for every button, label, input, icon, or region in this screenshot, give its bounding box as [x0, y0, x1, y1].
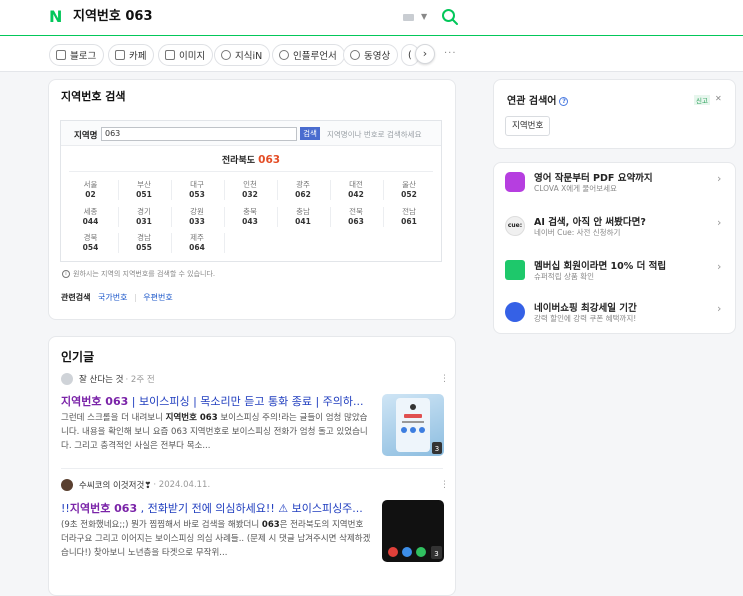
popular-title: 인기글 — [61, 350, 95, 364]
area-code-title: 지역번호 검색 — [61, 90, 126, 103]
post-description[interactable]: 그런데 스크롤을 더 내려보니 지역번호 063 보이스피싱 주의!라는 글들이… — [61, 411, 371, 453]
promo-item[interactable]: cue: AI 검색, 아직 안 써봤다면? 네이버 Cue: 사전 신청하기 … — [505, 210, 730, 254]
tab-cafe[interactable]: 카페 — [108, 44, 155, 66]
post-title-link[interactable]: !!지역번호 063 , 전화받기 전에 의심하세요!! ⚠ 보이스피싱주... — [61, 500, 371, 516]
region-label: 지역명 — [74, 131, 98, 141]
svg-text:3: 3 — [435, 445, 439, 453]
region-item[interactable]: 강원 033 — [171, 207, 222, 227]
divider — [61, 468, 443, 469]
related-label: 관련검색 — [61, 293, 91, 302]
related-search-title: 연관 검색어? — [507, 92, 569, 107]
region-item[interactable]: 부산 051 — [118, 180, 169, 200]
related-link-country-code[interactable]: 국가번호 — [98, 293, 127, 302]
chevron-right-icon: › — [717, 216, 722, 229]
keyboard-icon[interactable] — [403, 14, 414, 21]
chevron-right-icon[interactable]: › — [415, 44, 435, 64]
post-description[interactable]: (9초 전화했네요;;) 뭔가 찜찜해서 바로 검색을 해봤더니 063은 전라… — [61, 518, 371, 560]
tab-blog[interactable]: 블로그 — [49, 44, 105, 66]
related-keyword-chip[interactable]: 지역번호 — [505, 116, 551, 136]
promo-item[interactable]: 네이버쇼핑 최강세일 기간 강력 할인에 강력 쿠폰 혜택까지! › — [505, 296, 730, 340]
region-item[interactable]: 광주 062 — [277, 180, 328, 200]
more-options-icon[interactable]: ⋮ — [440, 374, 449, 384]
region-item[interactable]: 대구 053 — [171, 180, 222, 200]
search-tabs: 블로그 카페 이미지 지식iN 인플루언서 동영상 ( › ··· — [0, 36, 743, 72]
membership-icon — [505, 260, 525, 280]
post-author[interactable]: 수씨코의 이것저것❣ · 2024.04.11. — [61, 479, 210, 491]
region-item[interactable]: 서울 02 — [65, 180, 116, 200]
tab-influencer[interactable]: 인플루언서 — [272, 44, 345, 66]
result-code: 063 — [258, 154, 281, 166]
separator: | — [134, 293, 137, 302]
post-author[interactable]: 잘 산다는 것 · 2주 전 — [61, 373, 155, 385]
area-code-widget: 지역명 063 검색 지역명이나 번호로 검색하세요 전라북도 063 서울 02… — [60, 120, 442, 262]
divider — [69, 171, 433, 172]
region-input[interactable]: 063 — [101, 127, 297, 141]
area-code-note: i 원하시는 지역의 지역번호를 검색할 수 있습니다. — [62, 269, 215, 279]
post-thumbnail[interactable]: 3 — [382, 500, 444, 562]
avatar — [61, 373, 73, 385]
chevron-right-icon: › — [717, 172, 722, 185]
naver-logo[interactable]: N — [49, 9, 63, 25]
promo-item[interactable]: 영어 작문부터 PDF 요약까지 CLOVA X에게 물어보세요 › — [505, 166, 730, 210]
related-search-row: 관련검색 국가번호 | 우편번호 — [61, 292, 173, 303]
tab-image[interactable]: 이미지 — [158, 44, 214, 66]
post-thumbnail[interactable]: 3 — [382, 394, 444, 456]
clova-x-icon — [505, 172, 525, 192]
area-code-result: 전라북도 063 — [61, 153, 441, 166]
result-region: 전라북도 — [221, 156, 256, 166]
play-icon — [350, 50, 360, 60]
related-search-card — [493, 79, 736, 149]
phone-call-image: 3 — [396, 398, 442, 454]
phone-call-image: 3 — [388, 546, 442, 559]
chevron-right-icon: › — [717, 302, 722, 315]
region-item[interactable]: 세종 044 — [65, 207, 116, 227]
close-icon[interactable]: ✕ — [715, 94, 722, 103]
blog-icon — [56, 50, 66, 60]
kin-icon — [221, 50, 231, 60]
region-item[interactable]: 경기 031 — [118, 207, 169, 227]
more-options-icon[interactable]: ⋮ — [440, 480, 449, 490]
region-item[interactable]: 인천 032 — [224, 180, 275, 200]
tab-kin[interactable]: 지식iN — [214, 44, 271, 66]
image-icon — [165, 50, 175, 60]
avatar — [61, 479, 73, 491]
area-code-search-bar: 지역명 063 검색 지역명이나 번호로 검색하세요 — [61, 121, 441, 146]
info-icon: i — [62, 270, 70, 278]
report-button[interactable]: 신고 — [694, 95, 710, 105]
cafe-icon — [115, 50, 125, 60]
search-icon[interactable] — [441, 8, 459, 26]
area-search-button[interactable]: 검색 — [300, 127, 320, 140]
cue-icon: cue: — [505, 216, 525, 236]
svg-text:3: 3 — [434, 550, 438, 558]
tab-video[interactable]: 동영상 — [343, 44, 399, 66]
region-item[interactable]: 경남 055 — [118, 233, 169, 253]
related-link-postal-code[interactable]: 우편번호 — [143, 293, 172, 302]
grid-divider — [224, 233, 275, 253]
region-item[interactable]: 전남 061 — [383, 207, 434, 227]
region-item[interactable]: 대전 042 — [330, 180, 381, 200]
region-item[interactable]: 충북 043 — [224, 207, 275, 227]
post-title-link[interactable]: 지역번호 063 | 보이스피싱 | 목소리만 듣고 통화 종료 | 주의하..… — [61, 393, 371, 409]
region-item[interactable]: 전북 063 — [330, 207, 381, 227]
region-item[interactable]: 제주 064 — [171, 233, 222, 253]
search-header: N 지역번호 063 ▼ — [0, 0, 743, 36]
area-search-hint: 지역명이나 번호로 검색하세요 — [327, 130, 422, 139]
region-item[interactable]: 울산 052 — [383, 180, 434, 200]
help-icon[interactable]: ? — [559, 97, 569, 106]
shopping-sale-icon — [505, 302, 525, 322]
chevron-right-icon: › — [717, 260, 722, 273]
more-icon[interactable]: ··· — [444, 48, 457, 59]
chevron-down-icon[interactable]: ▼ — [421, 12, 427, 21]
region-item[interactable]: 충남 041 — [277, 207, 328, 227]
person-icon — [279, 50, 289, 60]
search-query[interactable]: 지역번호 063 — [73, 8, 153, 26]
region-item[interactable]: 경북 054 — [65, 233, 116, 253]
promo-item[interactable]: 멤버십 회원이라면 10% 더 적립 슈퍼적립 상품 확인 › — [505, 254, 730, 298]
